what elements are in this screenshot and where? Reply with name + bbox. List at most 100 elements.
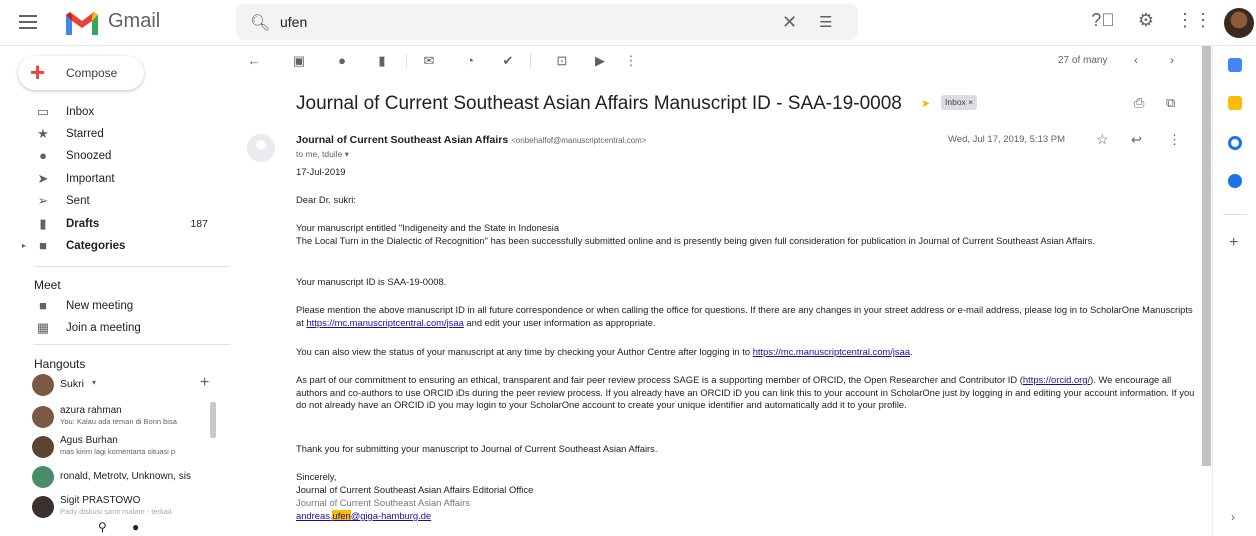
body-text: and edit your user information as approp… [463, 316, 656, 328]
body-text: . [910, 346, 913, 357]
search-icon[interactable]: 🔍︎ [250, 13, 270, 33]
join-meeting-label: Join a meeting [66, 322, 141, 334]
conversation-name: Agus Burhan [60, 435, 118, 446]
keep-icon[interactable] [1228, 96, 1242, 110]
label-chip[interactable]: Inbox × [941, 95, 978, 110]
sidebar-item-inbox[interactable]: ▭ Inbox [0, 102, 220, 124]
new-meeting-item[interactable]: ■ New meeting [0, 296, 220, 318]
body-paragraph: Thank you for submitting your manuscript… [296, 443, 658, 454]
important-marker-icon[interactable]: ➤ [921, 97, 930, 110]
list-item[interactable]: ronald, Metrotv, Unknown, sis [32, 464, 212, 492]
email-part: @giga-hamburg.de [350, 510, 432, 521]
more-vert-icon[interactable]: ⋮ [1168, 132, 1181, 148]
contacts-icon[interactable] [1228, 174, 1242, 188]
search-highlight: ufen [332, 510, 351, 521]
chevron-right-icon[interactable]: › [1170, 53, 1174, 67]
chevron-left-icon[interactable]: ‹ [1134, 53, 1138, 67]
important-icon: ➤ [37, 171, 49, 186]
star-icon: ★ [37, 126, 49, 141]
sidebar-item-label: Drafts [66, 218, 100, 230]
close-icon[interactable]: ✕ [782, 12, 797, 33]
person-icon[interactable]: ⚲ [98, 520, 107, 534]
body-text: You can also view the status of your man… [296, 346, 753, 357]
message-view: ← ▣ ● ▮ ✉ ◔ ✔ ⊡ ▶ ⋮ 27 of many ‹ › Journ… [238, 46, 1210, 536]
sidebar-item-drafts[interactable]: ▮ Drafts 187 [0, 214, 220, 236]
gmail-logo[interactable] [64, 9, 100, 37]
divider [530, 54, 531, 68]
star-icon[interactable]: ☆ [1096, 131, 1109, 148]
sender-avatar [247, 134, 275, 162]
conversation-name: ronald, Metrotv, Unknown, sis [60, 471, 191, 482]
top-bar: Gmail 🔍︎ ✕ ☰ ?⃝ ⚙ ⋮⋮ [0, 0, 1256, 46]
pager-count: 27 of many [1058, 55, 1108, 66]
expand-icon[interactable]: ▸ [22, 241, 26, 250]
move-to-icon[interactable]: ⊡ [554, 53, 570, 69]
apps-icon[interactable]: ⋮⋮ [1176, 10, 1212, 34]
add-task-icon[interactable]: ✔ [500, 53, 516, 69]
orcid-link[interactable]: https://orcid.org/ [1023, 374, 1090, 385]
account-avatar[interactable] [1224, 8, 1254, 38]
sidebar-item-label: Inbox [66, 106, 95, 118]
list-item[interactable]: Sigit PRASTOWO Pady diskusi santi malam … [32, 494, 212, 522]
back-arrow-icon[interactable]: ← [246, 53, 262, 69]
chevron-down-icon[interactable]: ▾ [92, 378, 96, 387]
sidebar-item-snoozed[interactable]: ● Snoozed [0, 146, 220, 168]
settings-icon[interactable]: ⚙ [1134, 10, 1158, 34]
draft-icon: ▮ [39, 216, 47, 231]
list-item[interactable]: Agus Burhan mas kirim lagi komentarta si… [32, 434, 212, 462]
chat-icon[interactable]: ● [132, 520, 139, 534]
message-scrollbar[interactable] [1202, 46, 1211, 466]
tune-icon[interactable]: ☰ [819, 13, 832, 31]
tasks-icon[interactable] [1228, 136, 1242, 150]
report-spam-icon[interactable]: ● [334, 53, 350, 69]
list-item[interactable]: azura rahman You: Kalau ada teman di Bon… [32, 404, 212, 432]
recipients-toggle[interactable]: to me, tduile ▾ [296, 149, 349, 160]
calendar-icon[interactable] [1228, 58, 1242, 72]
side-panel: + › [1212, 46, 1256, 536]
main-menu-button[interactable] [16, 11, 40, 35]
avatar [32, 496, 54, 518]
hangouts-scrollbar[interactable] [210, 402, 216, 438]
email-subject: Journal of Current Southeast Asian Affai… [296, 93, 902, 114]
compose-button[interactable]: + Compose [18, 56, 144, 90]
divider [406, 54, 407, 68]
conversation-snippet: mas kirim lagi komentarta situasi p [60, 447, 176, 456]
more-vert-icon[interactable]: ⋮ [623, 53, 639, 69]
body-paragraph: Your manuscript entitled "Indigeneity an… [296, 222, 560, 233]
sender-name[interactable]: Journal of Current Southeast Asian Affai… [296, 134, 508, 146]
add-chat-icon[interactable]: + [200, 374, 209, 392]
manuscript-central-link[interactable]: https://mc.manuscriptcentral.com/jsaa [306, 317, 463, 328]
avatar [32, 436, 54, 458]
print-icon[interactable]: ⎙ [1134, 95, 1144, 111]
help-icon[interactable]: ?⃝ [1091, 10, 1115, 34]
join-meeting-item[interactable]: ▦ Join a meeting [0, 318, 220, 340]
hangouts-self[interactable]: Sukri ▾ + [32, 372, 212, 400]
sidebar-item-important[interactable]: ➤ Important [0, 169, 220, 191]
delete-icon[interactable]: ▮ [374, 53, 390, 69]
signature-line: Journal of Current Southeast Asian Affai… [296, 497, 470, 508]
email-part: andreas. [296, 510, 333, 521]
mark-unread-icon[interactable]: ✉ [421, 53, 437, 69]
manuscript-central-link[interactable]: https://mc.manuscriptcentral.com/jsaa [753, 346, 910, 357]
sidebar-item-label: Important [66, 173, 115, 185]
conversation-snippet: You: Kalau ada teman di Bonn bisa [60, 417, 177, 426]
get-addons-icon[interactable]: + [1229, 234, 1238, 252]
chevron-right-icon[interactable]: › [1231, 510, 1235, 524]
sidebar-item-sent[interactable]: ➢ Sent [0, 191, 220, 213]
signature-email-link[interactable]: andreas.ufen@giga-hamburg.de [296, 510, 431, 521]
search-bar[interactable]: 🔍︎ ✕ ☰ [236, 4, 858, 40]
hangouts-title: Hangouts [34, 357, 86, 371]
drafts-count: 187 [190, 218, 208, 230]
divider [34, 266, 230, 267]
label-icon[interactable]: ▶ [592, 53, 608, 69]
body-paragraph: As part of our commitment to ensuring an… [296, 374, 1196, 412]
sidebar-item-label: Sent [66, 195, 90, 207]
reply-icon[interactable]: ↩ [1131, 132, 1142, 148]
snooze-icon[interactable]: ◔ [462, 53, 478, 69]
sidebar-item-starred[interactable]: ★ Starred [0, 124, 220, 146]
conversation-name: azura rahman [60, 405, 122, 416]
search-input[interactable] [280, 12, 780, 32]
open-new-window-icon[interactable]: ⧉ [1166, 95, 1175, 111]
archive-icon[interactable]: ▣ [291, 53, 307, 69]
sidebar-item-categories[interactable]: ▸ ■ Categories [0, 236, 220, 258]
